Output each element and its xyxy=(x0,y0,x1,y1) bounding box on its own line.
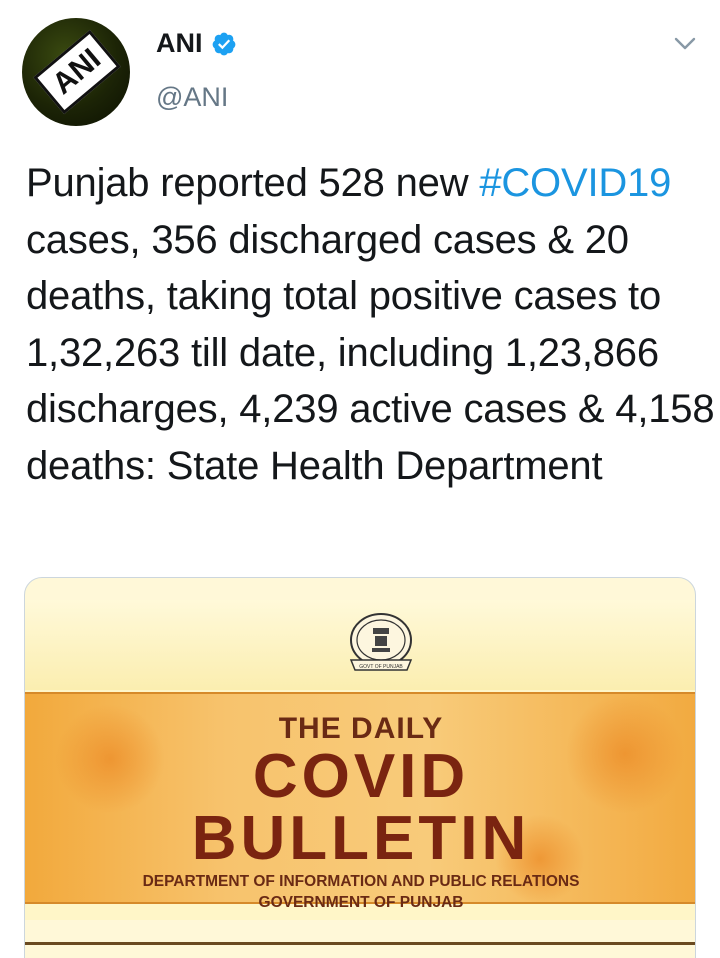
chevron-down-icon[interactable] xyxy=(672,34,698,54)
author-name[interactable]: ANI xyxy=(156,28,203,59)
avatar-logo-text: ANI xyxy=(46,42,108,101)
bulletin-bulletin: BULLETIN xyxy=(191,804,531,873)
ani-logo: ANI xyxy=(33,29,121,115)
bulletin-covid: COVID xyxy=(252,742,470,811)
punjab-govt-seal-icon: GOVT OF PUNJAB xyxy=(349,613,413,671)
author-name-row[interactable]: ANI xyxy=(156,28,237,59)
bulletin-the-daily: THE DAILY xyxy=(278,712,444,745)
media-card[interactable]: GOVT OF PUNJAB THE DAILY COVID BULLETIN … xyxy=(24,577,696,958)
hashtag-link[interactable]: #COVID19 xyxy=(479,161,671,205)
bulletin-department: DEPARTMENT OF INFORMATION AND PUBLIC REL… xyxy=(142,873,580,890)
avatar[interactable]: ANI xyxy=(22,18,130,126)
card-divider xyxy=(25,942,695,945)
bulletin-government: GOVERNMENT OF PUNJAB xyxy=(258,894,464,911)
covid-bulletin-image: GOVT OF PUNJAB THE DAILY COVID BULLETIN … xyxy=(25,600,695,920)
seal-text: GOVT OF PUNJAB xyxy=(359,664,403,670)
tweet-text-after: cases, 356 discharged cases & 20 deaths,… xyxy=(26,217,715,488)
tweet-text: Punjab reported 528 new #COVID19 cases, … xyxy=(26,155,716,494)
verified-badge-icon xyxy=(212,32,235,55)
author-handle[interactable]: @ANI xyxy=(156,82,228,113)
tweet-text-before: Punjab reported 528 new xyxy=(26,161,480,205)
